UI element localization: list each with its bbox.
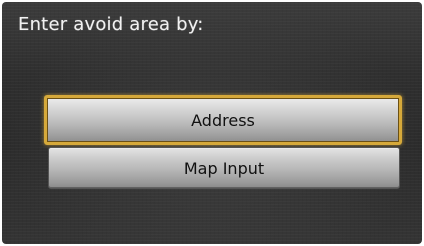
- map-input-button[interactable]: Map Input: [48, 147, 400, 189]
- address-button-label: Address: [191, 110, 255, 130]
- map-input-button-label: Map Input: [183, 158, 265, 178]
- prompt-text: Enter avoid area by:: [18, 14, 204, 35]
- address-button[interactable]: Address: [44, 95, 402, 145]
- nav-screen: Enter avoid area by: Address Map Input: [2, 2, 422, 244]
